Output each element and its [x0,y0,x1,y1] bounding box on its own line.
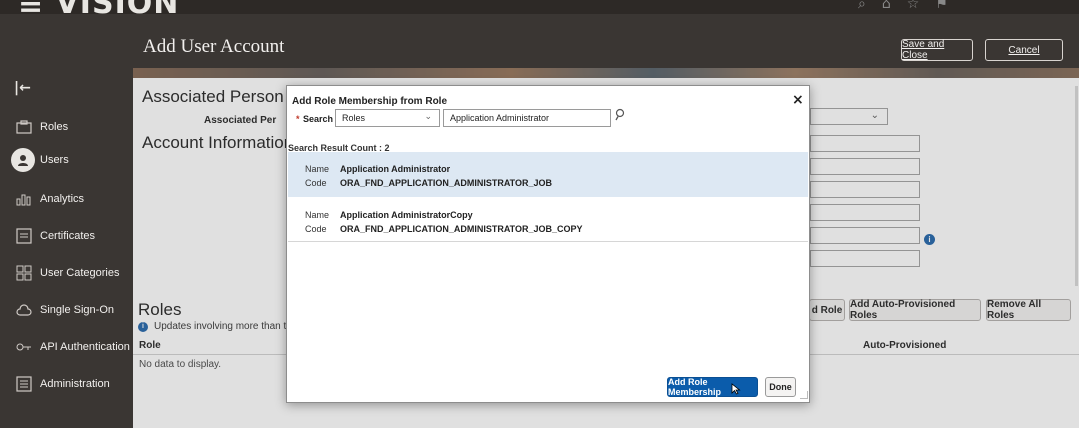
sidebar-item-label: Analytics [40,193,85,205]
search-type-value: Roles [342,113,366,123]
sidebar-item-api-authentication[interactable]: API Authentication [0,332,133,362]
brand-bar: ≡ VISION ⌕⌂☆⚑ [0,0,1079,14]
page: ≡ VISION ⌕⌂☆⚑ |← Roles Users Analytics [0,0,1079,428]
sidebar-item-label: Certificates [40,230,96,242]
sidebar-item-label: User Categories [40,267,120,279]
favorites-icon[interactable]: ☆ [907,0,936,12]
save-and-close-button[interactable]: Save and Close [901,39,973,61]
done-button[interactable]: Done [765,377,796,397]
notifications-icon[interactable]: ⚑ [935,0,964,12]
search-input[interactable] [443,109,611,127]
categories-icon [15,265,33,281]
sidebar-item-administration[interactable]: Administration [0,369,133,399]
search-icon[interactable]: ⌕ [858,0,882,12]
resize-handle[interactable] [800,391,808,399]
sidebar: |← Roles Users Analytics Certificates Us… [0,14,133,428]
brand-logo: ≡ VISION [18,0,179,14]
page-title: Add User Account [143,36,285,57]
result-name-key: Name [305,210,330,220]
cancel-button[interactable]: Cancel [985,39,1063,61]
required-marker: * [296,114,300,124]
result-code: ORA_FND_APPLICATION_ADMINISTRATOR_JOB [340,178,553,188]
sidebar-item-label: Administration [40,378,110,390]
sidebar-item-label: Roles [40,121,69,133]
brand-name: VISION [56,0,180,14]
sidebar-item-certificates[interactable]: Certificates [0,221,133,251]
add-role-membership-dialog: Add Role Membership from Role × * Search… [286,85,810,403]
result-code-key: Code [305,178,327,188]
divider [288,241,808,242]
close-icon[interactable]: × [792,92,804,108]
mouse-pointer-icon [731,383,741,395]
menu-icon[interactable]: ≡ [18,0,56,14]
admin-icon [15,376,33,392]
collapse-sidebar-icon[interactable]: |← [14,80,31,96]
roles-icon [15,119,33,135]
sidebar-item-label: Single Sign-On [40,304,114,316]
result-name-key: Name [305,164,330,174]
certificate-icon [15,228,33,244]
sidebar-item-label: API Authentication [40,341,130,353]
search-icon[interactable] [615,108,629,124]
result-name: Application AdministratorCopy [340,210,473,220]
result-code: ORA_FND_APPLICATION_ADMINISTRATOR_JOB_CO… [340,224,583,234]
cloud-icon [15,302,33,318]
sidebar-item-label: Users [40,154,69,166]
add-role-membership-button[interactable]: Add Role Membership [667,377,758,397]
user-icon [11,148,35,172]
result-code-key: Code [305,224,327,234]
home-icon[interactable]: ⌂ [882,0,907,12]
sidebar-item-roles[interactable]: Roles [0,112,133,142]
sidebar-item-users[interactable]: Users [0,145,133,175]
sidebar-item-single-sign-on[interactable]: Single Sign-On [0,295,133,325]
page-header: Add User Account Save and Close Cancel [133,14,1079,68]
dialog-title: Add Role Membership from Role [292,96,448,107]
key-icon [15,339,33,355]
result-name: Application Administrator [340,164,451,174]
analytics-icon [15,191,33,207]
sidebar-item-user-categories[interactable]: User Categories [0,258,133,288]
global-header-icons: ⌕⌂☆⚑ [858,0,964,12]
search-result-row[interactable]: Name Application AdministratorCopy Code … [288,198,808,243]
search-result-row[interactable]: Name Application Administrator Code ORA_… [288,152,808,197]
sidebar-item-analytics[interactable]: Analytics [0,184,133,214]
search-label: Search [303,114,334,124]
chevron-down-icon: ⌄ [424,112,432,122]
search-type-select[interactable]: Roles ⌄ [335,109,440,127]
